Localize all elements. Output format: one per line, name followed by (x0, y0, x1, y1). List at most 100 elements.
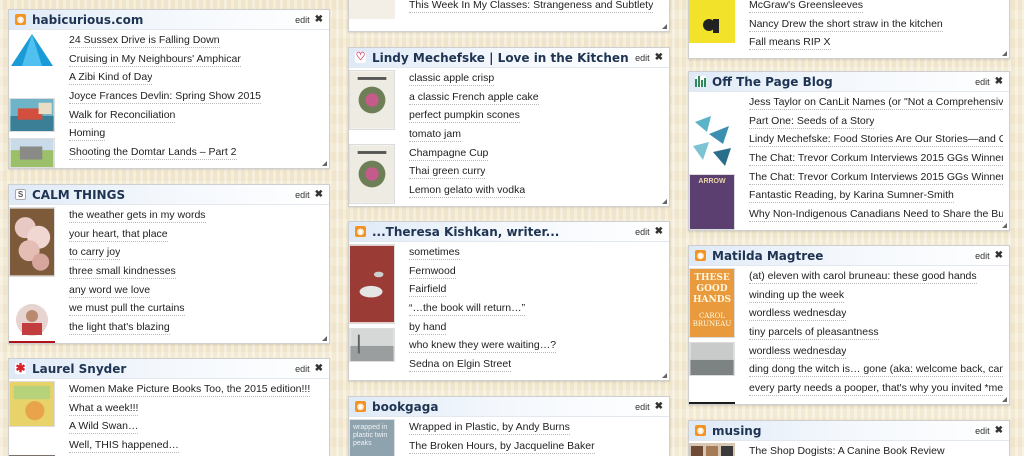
list-item[interactable]: Fairfield (355, 281, 663, 300)
list-item[interactable]: A Zibi Kind of Day (15, 69, 323, 88)
close-icon[interactable]: ✖ (655, 52, 663, 63)
close-icon[interactable]: ✖ (315, 14, 323, 25)
widget-header[interactable]: ◉ Matilda Magtree edit ✖ (689, 246, 1009, 266)
list-item[interactable]: to carry joy (15, 244, 323, 263)
list-item[interactable]: Nancy Drew the short straw in the kitche… (695, 16, 1003, 35)
list-item[interactable]: Fernwood (355, 263, 663, 282)
list-item[interactable]: we must pull the curtains (15, 300, 323, 319)
list-item[interactable]: every party needs a pooper, that's why y… (695, 380, 1003, 399)
list-item[interactable]: Champagne Cup (355, 144, 663, 163)
resize-handle[interactable] (662, 199, 667, 204)
thumb-red-light[interactable] (9, 341, 55, 344)
close-icon[interactable]: ✖ (315, 363, 323, 374)
list-item[interactable]: a classic French apple cake (355, 89, 663, 108)
list-item[interactable]: Fantastic Reading, by Karina Sumner-Smit… (695, 187, 1003, 206)
list-item[interactable]: any word we love (15, 281, 323, 300)
list-item[interactable]: three small kindnesses (15, 263, 323, 282)
widget-title[interactable]: Matilda Magtree (712, 249, 969, 263)
thumb-dark[interactable] (689, 402, 735, 405)
close-icon[interactable]: ✖ (995, 425, 1003, 436)
widget-header[interactable]: Off The Page Blog edit ✖ (689, 72, 1009, 92)
widget-header[interactable]: ✱ Laurel Snyder edit ✖ (9, 359, 329, 379)
list-item[interactable]: What a week!!! (15, 400, 323, 419)
widget-header[interactable]: ♡ Lindy Mechefske | Love in the Kitchen … (349, 48, 669, 68)
list-item[interactable]: Lindy Mechefske: Food Stories Are Our St… (695, 131, 1003, 150)
list-item[interactable]: tiny parcels of pleasantness (695, 324, 1003, 343)
list-item[interactable]: McGraw's Greensleeves (695, 0, 1003, 16)
list-item[interactable]: tomato jam (355, 126, 663, 145)
widget-header[interactable]: ◉ musing edit ✖ (689, 421, 1009, 441)
list-item[interactable]: Thai green curry (355, 163, 663, 182)
widget-title[interactable]: Laurel Snyder (32, 362, 289, 376)
list-item[interactable]: Why Non-Indigenous Canadians Need to Sha… (695, 206, 1003, 225)
edit-link[interactable]: edit (295, 15, 310, 25)
edit-link[interactable]: edit (295, 190, 310, 200)
list-item[interactable]: “…the book will return…” (355, 300, 663, 319)
resize-handle[interactable] (1002, 51, 1007, 56)
resize-handle[interactable] (322, 336, 327, 341)
widget-header[interactable]: ◉ bookgaga edit ✖ (349, 397, 669, 417)
widget-title[interactable]: bookgaga (372, 400, 629, 414)
asterisk-star-icon: ✱ (15, 361, 26, 375)
edit-link[interactable]: edit (975, 77, 990, 87)
edit-link[interactable]: edit (635, 53, 650, 63)
list-item[interactable]: A Wild Swan… (15, 418, 323, 437)
list-item[interactable]: who knew they were waiting…? (355, 337, 663, 356)
widget-title[interactable]: Off The Page Blog (712, 75, 969, 89)
list-item[interactable]: your heart, that place (15, 226, 323, 245)
widget-title[interactable]: habicurious.com (32, 13, 289, 27)
widget-header[interactable]: ◉ habicurious.com edit ✖ (9, 10, 329, 30)
list-item[interactable]: Jess Taylor on CanLit Names (or "Not a C… (695, 94, 1003, 113)
edit-link[interactable]: edit (975, 251, 990, 261)
widget-title[interactable]: musing (712, 424, 969, 438)
list-item[interactable]: sometimes (355, 244, 663, 263)
list-item[interactable]: classic apple crisp (355, 70, 663, 89)
close-icon[interactable]: ✖ (995, 250, 1003, 261)
resize-handle[interactable] (1002, 397, 1007, 402)
list-item[interactable]: Women Make Picture Books Too, the 2015 e… (15, 381, 323, 400)
list-item[interactable]: (at) eleven with carol bruneau: these go… (695, 268, 1003, 287)
list-item[interactable]: wordless wednesday (695, 342, 1003, 361)
list-item[interactable]: by hand (355, 318, 663, 337)
list-item[interactable]: Cruising in My Neighbours' Amphicar (15, 51, 323, 70)
edit-link[interactable]: edit (635, 227, 650, 237)
widget-header[interactable]: S CALM THINGS edit ✖ (9, 185, 329, 205)
resize-handle[interactable] (322, 161, 327, 166)
list-item[interactable]: Fall means RIP X (695, 34, 1003, 53)
resize-handle[interactable] (662, 373, 667, 378)
list-item[interactable]: The Chat: Trevor Corkum Interviews 2015 … (695, 168, 1003, 187)
list-item[interactable]: Lemon gelato with vodka (355, 182, 663, 201)
list-item[interactable]: wordless wednesday (695, 305, 1003, 324)
list-item[interactable]: The Broken Hours, by Jacqueline Baker (355, 438, 663, 456)
list-item[interactable]: 24 Sussex Drive is Falling Down (15, 32, 323, 51)
list-item[interactable]: the weather gets in my words (15, 207, 323, 226)
list-item[interactable]: Well, THIS happened… (15, 437, 323, 456)
widget-title[interactable]: Lindy Mechefske | Love in the Kitchen | (372, 51, 629, 65)
widget-title[interactable]: CALM THINGS (32, 188, 289, 202)
list-item[interactable]: Walk for Reconciliation (15, 106, 323, 125)
close-icon[interactable]: ✖ (655, 226, 663, 237)
list-item[interactable]: Shooting the Domtar Lands – Part 2 (15, 144, 323, 163)
list-item[interactable]: Wrapped in Plastic, by Andy Burns (355, 419, 663, 438)
edit-link[interactable]: edit (975, 426, 990, 436)
close-icon[interactable]: ✖ (655, 401, 663, 412)
edit-link[interactable]: edit (295, 364, 310, 374)
close-icon[interactable]: ✖ (315, 189, 323, 200)
close-icon[interactable]: ✖ (995, 76, 1003, 87)
list-item[interactable]: Joyce Frances Devlin: Spring Show 2015 (15, 88, 323, 107)
widget-header[interactable]: ◉ ...Theresa Kishkan, writer... edit ✖ (349, 222, 669, 242)
list-item[interactable]: Homing (15, 125, 323, 144)
list-item[interactable]: Part One: Seeds of a Story (695, 113, 1003, 132)
edit-link[interactable]: edit (635, 402, 650, 412)
list-item[interactable]: the light that's blazing (15, 319, 323, 338)
list-item[interactable]: This Week In My Classes: Strangeness and… (355, 0, 663, 16)
list-item[interactable]: The Chat: Trevor Corkum Interviews 2015 … (695, 150, 1003, 169)
resize-handle[interactable] (1002, 223, 1007, 228)
widget-title[interactable]: ...Theresa Kishkan, writer... (372, 225, 629, 239)
list-item[interactable]: The Shop Dogists: A Canine Book Review (695, 443, 1003, 456)
list-item[interactable]: winding up the week (695, 287, 1003, 306)
list-item[interactable]: Sedna on Elgin Street (355, 356, 663, 375)
resize-handle[interactable] (662, 24, 667, 29)
list-item[interactable]: perfect pumpkin scones (355, 107, 663, 126)
list-item[interactable]: ding dong the witch is… gone (aka: welco… (695, 361, 1003, 380)
